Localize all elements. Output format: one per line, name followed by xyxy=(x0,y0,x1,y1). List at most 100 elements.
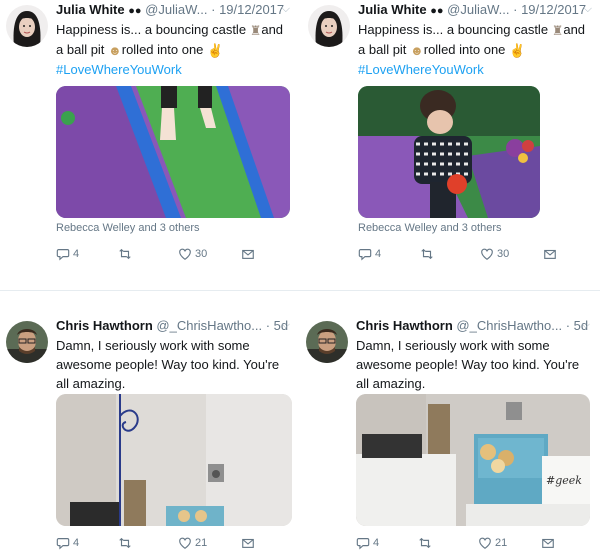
eyes-emoji: ●● xyxy=(128,4,142,17)
reply-button[interactable]: 4 xyxy=(56,247,79,261)
eyes-emoji: ●● xyxy=(430,4,444,17)
avatar[interactable] xyxy=(308,5,350,47)
tweet-card[interactable]: Julia White ●● @JuliaW... · 19/12/2017 ⌵… xyxy=(302,0,598,270)
chevron-down-icon[interactable]: ⌵ xyxy=(582,319,590,332)
author-handle[interactable]: @JuliaW... xyxy=(145,2,207,17)
like-icon xyxy=(178,536,192,550)
avatar[interactable] xyxy=(6,321,48,363)
author-name[interactable]: Julia White xyxy=(56,2,125,17)
tweet-photo[interactable] xyxy=(358,86,540,218)
dm-button[interactable] xyxy=(241,247,255,261)
tweet-text-line: and xyxy=(563,22,586,37)
baby-emoji: ☻ xyxy=(410,43,424,59)
tweet-text: Happiness is... a bouncing castle ♜and a… xyxy=(358,20,594,79)
tweet-photo[interactable] xyxy=(56,394,292,526)
photo-sign-text: #geek xyxy=(546,474,582,487)
tweet-header: Julia White ●● @JuliaW... · 19/12/2017 xyxy=(358,2,598,20)
retweet-button[interactable] xyxy=(118,247,132,261)
like-button[interactable]: 21 xyxy=(478,536,507,550)
tagged-people[interactable]: Rebecca Welley and 3 others xyxy=(358,222,502,234)
tweet-text-line: rolled into one xyxy=(121,42,204,58)
tagged-people[interactable]: Rebecca Welley and 3 others xyxy=(56,222,200,234)
reply-icon xyxy=(358,247,372,261)
reply-count: 4 xyxy=(73,537,80,549)
tweet-photo[interactable]: #geek xyxy=(356,394,590,526)
dm-button[interactable] xyxy=(241,536,255,550)
ok-hand-emoji: ✌ xyxy=(509,43,526,59)
like-count: 30 xyxy=(195,248,208,260)
author-handle[interactable]: @_ChrisHawtho... xyxy=(456,318,562,333)
tweet-text-line: Happiness is... a bouncing castle xyxy=(56,22,247,37)
chevron-down-icon[interactable]: ⌵ xyxy=(584,3,592,16)
tweet-card[interactable]: Julia White ●● @JuliaW... · 19/12/2017 ⌵… xyxy=(0,0,296,270)
hashtag-link[interactable]: #LoveWhereYouWork xyxy=(358,60,594,79)
author-handle[interactable]: @JuliaW... xyxy=(447,2,509,17)
dm-icon xyxy=(543,247,557,261)
like-icon xyxy=(478,536,492,550)
retweet-icon xyxy=(418,536,432,550)
baby-emoji: ☻ xyxy=(108,43,122,59)
reply-count: 4 xyxy=(375,248,382,260)
hashtag-link[interactable]: #LoveWhereYouWork xyxy=(56,60,292,79)
tweet-card[interactable]: Chris Hawthorn @_ChrisHawtho... · 5d ⌵ D… xyxy=(300,316,596,550)
reply-icon xyxy=(56,247,70,261)
chevron-down-icon[interactable]: ⌵ xyxy=(282,319,290,332)
avatar[interactable] xyxy=(6,5,48,47)
tweet-actions: 4 21 xyxy=(56,536,266,550)
chevron-down-icon[interactable]: ⌵ xyxy=(282,3,290,16)
reply-button[interactable]: 4 xyxy=(356,536,379,550)
like-count: 21 xyxy=(195,537,208,549)
retweet-icon xyxy=(118,536,132,550)
like-icon xyxy=(480,247,494,261)
tweet-actions: 4 30 xyxy=(56,247,266,265)
divider xyxy=(0,290,600,291)
like-icon xyxy=(178,247,192,261)
tweet-date[interactable]: · 19/12/2017 xyxy=(211,2,284,17)
like-button[interactable]: 21 xyxy=(178,536,207,550)
tweet-text-line: a ball pit xyxy=(56,42,105,58)
tweet-photo[interactable] xyxy=(56,86,290,218)
like-button[interactable]: 30 xyxy=(480,247,509,261)
tweet-text-line: Damn, I seriously work with some xyxy=(56,338,250,353)
retweet-button[interactable] xyxy=(420,247,434,261)
dm-icon xyxy=(241,247,255,261)
tweet-text-line: awesome people! Way too kind. You're xyxy=(56,357,280,372)
dm-button[interactable] xyxy=(541,536,555,550)
tweet-text-line: Damn, I seriously work with some xyxy=(356,338,550,353)
tweet-actions: 4 30 xyxy=(358,247,568,265)
reply-button[interactable]: 4 xyxy=(358,247,381,261)
tweet-text-line: Happiness is... a bouncing castle xyxy=(358,22,549,37)
reply-button[interactable]: 4 xyxy=(56,536,79,550)
reply-icon xyxy=(56,536,70,550)
author-handle[interactable]: @_ChrisHawtho... xyxy=(156,318,262,333)
tweet-date[interactable]: · 19/12/2017 xyxy=(513,2,586,17)
tweet-text-line: rolled into one xyxy=(423,42,506,58)
ok-hand-emoji: ✌ xyxy=(207,43,224,59)
tweet-header: Julia White ●● @JuliaW... · 19/12/2017 xyxy=(56,2,296,20)
tweet-text-line: and xyxy=(261,22,284,37)
tweet-actions: 4 21 xyxy=(356,536,566,550)
tweet-text-line: a ball pit xyxy=(358,42,407,58)
avatar[interactable] xyxy=(306,321,348,363)
author-name[interactable]: Julia White xyxy=(358,2,427,17)
dm-icon xyxy=(541,536,555,550)
dm-button[interactable] xyxy=(543,247,557,261)
reply-count: 4 xyxy=(73,248,80,260)
like-count: 30 xyxy=(497,248,510,260)
tweet-text: Happiness is... a bouncing castle ♜and a… xyxy=(56,20,292,79)
like-button[interactable]: 30 xyxy=(178,247,207,261)
tweet-text-line: all amazing. xyxy=(56,376,126,391)
dm-icon xyxy=(241,536,255,550)
tweet-header: Chris Hawthorn @_ChrisHawtho... · 5d xyxy=(356,318,596,336)
reply-icon xyxy=(356,536,370,550)
castle-emoji: ♜ xyxy=(249,23,262,39)
castle-emoji: ♜ xyxy=(551,23,564,39)
retweet-button[interactable] xyxy=(418,536,432,550)
retweet-button[interactable] xyxy=(118,536,132,550)
tweet-text: Damn, I seriously work with some awesome… xyxy=(56,336,292,393)
retweet-icon xyxy=(118,247,132,261)
author-name[interactable]: Chris Hawthorn xyxy=(356,318,453,333)
author-name[interactable]: Chris Hawthorn xyxy=(56,318,153,333)
like-count: 21 xyxy=(495,537,508,549)
tweet-card[interactable]: Chris Hawthorn @_ChrisHawtho... · 5d ⌵ D… xyxy=(0,316,296,550)
